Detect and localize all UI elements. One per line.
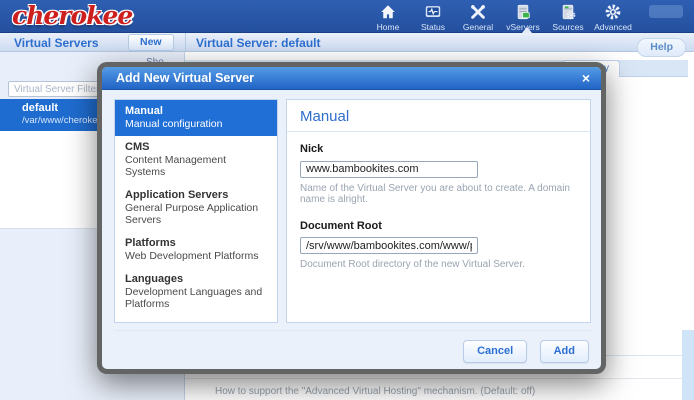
wizard-item-title: Platforms [125,237,267,249]
general-icon [468,3,488,21]
advanced-icon [603,3,623,21]
active-nav-indicator [522,27,532,33]
home-icon [378,3,398,21]
sidebar-section-title: Virtual Servers [14,36,99,50]
wizard-item-title: Application Servers [125,189,267,201]
add-button[interactable]: Add [540,340,589,363]
nav-label: Sources [552,22,583,32]
main-nav: Home Status General vServers [366,3,636,33]
wizard-detail-panel: Manual Nick Name of the Virtual Server y… [286,99,591,323]
right-edge-panel [682,330,694,400]
nav-item-status[interactable]: Status [411,3,455,33]
document-root-field-help: Document Root directory of the new Virtu… [300,259,577,270]
panel-content: Nick Name of the Virtual Server you are … [287,132,590,281]
vservers-icon [513,3,533,21]
nav-label: Status [421,22,445,32]
topbar-faint-button[interactable] [649,5,683,18]
nick-input[interactable] [300,161,478,178]
wizard-item-title: CMS [125,141,267,153]
cancel-button[interactable]: Cancel [463,340,527,363]
toolbar-row: Virtual Servers New Virtual Server: defa… [0,33,694,52]
app-window: cherokee Home Status General [0,0,694,400]
top-header-bar: cherokee Home Status General [0,0,694,33]
dialog-footer: Cancel Add [114,330,591,363]
nav-item-advanced[interactable]: Advanced [591,3,635,33]
document-root-field-label: Document Root [300,220,577,232]
nick-field-label: Nick [300,143,577,155]
wizard-item-subtitle: Content Management Systems [125,154,267,178]
panel-heading: Manual [287,100,590,132]
background-divider [606,355,682,356]
toolbar-divider [185,33,186,52]
wizard-item-subtitle: Development Languages and Platforms [125,286,267,310]
help-button[interactable]: Help [637,38,686,57]
nav-label: Home [377,22,400,32]
wizard-item-title: Web Applications [125,321,267,323]
sources-icon [558,3,578,21]
wizard-item-title: Languages [125,273,267,285]
method-help-text: How to support the "Advanced Virtual Hos… [215,386,535,397]
wizard-item-application-servers[interactable]: Application Servers General Purpose Appl… [115,184,277,232]
nav-label: Advanced [594,22,632,32]
wizard-item-subtitle: General Purpose Application Servers [125,202,267,226]
close-icon[interactable]: × [582,69,590,87]
nav-item-general[interactable]: General [456,3,500,33]
page-title: Virtual Server: default [196,36,321,50]
nick-field-help: Name of the Virtual Server you are about… [300,183,577,205]
wizard-item-web-applications[interactable]: Web Applications General Purpose Applica… [115,316,277,323]
wizard-item-cms[interactable]: CMS Content Management Systems [115,136,277,184]
add-virtual-server-dialog: Add New Virtual Server × Manual Manual c… [97,62,606,374]
wizard-item-languages[interactable]: Languages Development Languages and Plat… [115,268,277,316]
wizard-item-subtitle: Manual configuration [125,118,267,130]
document-root-input[interactable] [300,237,478,254]
wizard-item-subtitle: Web Development Platforms [125,250,267,262]
dialog-titlebar[interactable]: Add New Virtual Server × [102,67,601,90]
dialog-body: Manual Manual configuration CMS Content … [102,90,601,323]
wizard-category-list: Manual Manual configuration CMS Content … [114,99,278,323]
wizard-item-platforms[interactable]: Platforms Web Development Platforms [115,232,277,268]
nick-field-group: Nick Name of the Virtual Server you are … [300,143,577,205]
document-root-field-group: Document Root Document Root directory of… [300,220,577,271]
status-icon [423,3,443,21]
wizard-item-title: Manual [125,105,267,117]
nav-label: General [463,22,493,32]
wizard-item-manual[interactable]: Manual Manual configuration [115,100,277,136]
dialog-title: Add New Virtual Server [116,71,254,85]
new-virtual-server-button[interactable]: New [128,34,174,51]
nav-item-sources[interactable]: Sources [546,3,590,33]
nav-item-home[interactable]: Home [366,3,410,33]
method-help-strip: How to support the "Advanced Virtual Hos… [185,378,694,400]
cherokee-logo[interactable]: cherokee [12,1,132,30]
